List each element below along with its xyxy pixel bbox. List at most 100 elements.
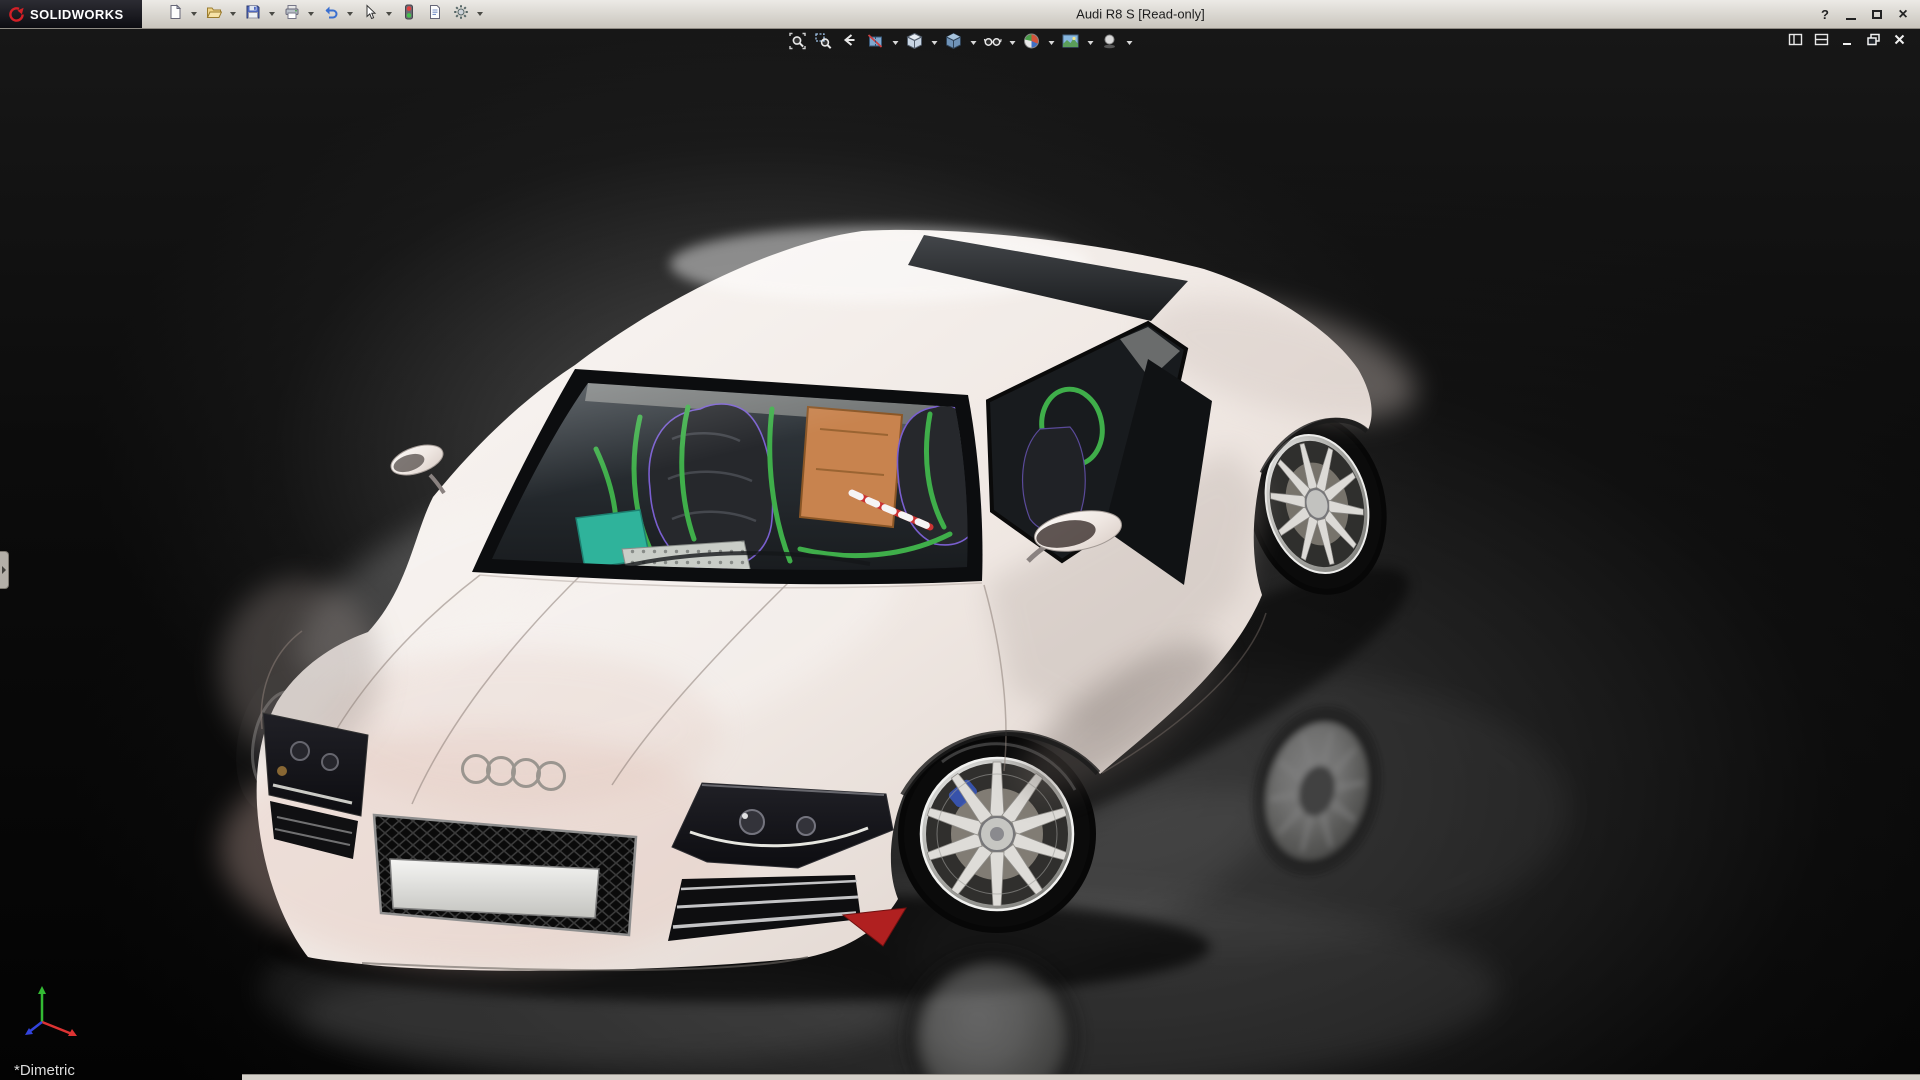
apply-scene-icon	[1062, 32, 1080, 55]
chevron-down-icon	[1126, 41, 1132, 45]
view-orientation-button[interactable]	[903, 32, 927, 54]
hide-show-items-dropdown-arrow[interactable]	[1007, 32, 1018, 54]
document-window-controls	[1785, 32, 1910, 51]
chevron-down-icon	[970, 41, 976, 45]
chevron-down-icon	[1048, 41, 1054, 45]
heads-up-view-toolbar	[786, 32, 1135, 54]
previous-view-icon	[841, 32, 859, 55]
solidworks-logo: SOLIDWORKS	[0, 0, 142, 28]
view-orientation-label: *Dimetric	[14, 1062, 75, 1079]
open-button[interactable]	[201, 2, 226, 27]
view-settings-button[interactable]	[1098, 32, 1122, 54]
select-button[interactable]	[357, 2, 382, 27]
chevron-down-icon	[1087, 41, 1093, 45]
select-icon	[362, 4, 378, 25]
select-dropdown-arrow[interactable]	[383, 2, 395, 27]
minimize-button[interactable]	[1840, 4, 1862, 25]
file-properties-icon	[427, 4, 443, 25]
split-pane-vertical-button[interactable]	[1785, 32, 1806, 51]
print-icon	[284, 4, 300, 25]
edit-appearance-icon	[1023, 32, 1041, 55]
split-pane-horizontal-button[interactable]	[1811, 32, 1832, 51]
chevron-down-icon	[931, 41, 937, 45]
open-dropdown-arrow[interactable]	[227, 2, 239, 27]
apply-scene-button[interactable]	[1059, 32, 1083, 54]
help-button[interactable]: ?	[1814, 4, 1836, 25]
chevron-down-icon	[269, 12, 275, 16]
split-pane-horizontal-icon	[1814, 32, 1829, 52]
doc-close-button[interactable]	[1889, 32, 1910, 51]
split-pane-vertical-icon	[1788, 32, 1803, 52]
edit-appearance-button[interactable]	[1020, 32, 1044, 54]
new-dropdown-arrow[interactable]	[188, 2, 200, 27]
view-orientation-icon	[906, 32, 924, 55]
options-icon	[453, 4, 469, 25]
previous-view-button[interactable]	[838, 32, 862, 54]
zoom-to-area-icon	[815, 32, 833, 55]
doc-close-icon	[1892, 32, 1907, 52]
save-button[interactable]	[240, 2, 265, 27]
chevron-down-icon	[230, 12, 236, 16]
display-style-dropdown-arrow[interactable]	[968, 32, 979, 54]
zoom-to-fit-icon	[789, 32, 807, 55]
chevron-down-icon	[477, 12, 483, 16]
titlebar: SOLIDWORKS Audi R8 S [Read-only] ? ×	[0, 0, 1920, 29]
menu-bar-toolbar	[162, 2, 486, 27]
chevron-down-icon	[892, 41, 898, 45]
print-dropdown-arrow[interactable]	[305, 2, 317, 27]
options-button[interactable]	[448, 2, 473, 27]
save-icon	[245, 4, 261, 25]
chevron-down-icon	[191, 12, 197, 16]
open-icon	[206, 4, 222, 25]
hide-show-items-icon	[984, 32, 1002, 55]
chevron-down-icon	[386, 12, 392, 16]
undo-icon	[323, 4, 339, 25]
undo-button[interactable]	[318, 2, 343, 27]
solidworks-window: SOLIDWORKS Audi R8 S [Read-only] ? ×	[0, 0, 1920, 1080]
expand-pane-icon	[2, 566, 6, 574]
zoom-to-area-button[interactable]	[812, 32, 836, 54]
window-title: Audi R8 S [Read-only]	[1076, 7, 1205, 22]
window-controls: ? ×	[1814, 0, 1914, 29]
view-orientation-dropdown-arrow[interactable]	[929, 32, 940, 54]
brand-text: SOLIDWORKS	[30, 7, 124, 22]
undo-dropdown-arrow[interactable]	[344, 2, 356, 27]
display-style-button[interactable]	[942, 32, 966, 54]
new-button[interactable]	[162, 2, 187, 27]
rebuild-button[interactable]	[396, 2, 421, 27]
maximize-button[interactable]	[1866, 4, 1888, 25]
maximize-icon	[1872, 10, 1882, 19]
license-plate	[390, 859, 599, 918]
horizontal-scrollbar[interactable]	[242, 1074, 1920, 1080]
doc-minimize-icon	[1840, 32, 1855, 52]
dassault-3ds-logo-icon	[8, 6, 25, 23]
edit-appearance-dropdown-arrow[interactable]	[1046, 32, 1057, 54]
model-render-audi-r8[interactable]	[0, 29, 1920, 1080]
hide-show-items-button[interactable]	[981, 32, 1005, 54]
save-dropdown-arrow[interactable]	[266, 2, 278, 27]
chevron-down-icon	[308, 12, 314, 16]
zoom-to-fit-button[interactable]	[786, 32, 810, 54]
right-mirror[interactable]	[387, 439, 446, 493]
display-style-icon	[945, 32, 963, 55]
featuremanager-collapsed-tab[interactable]	[0, 551, 9, 589]
view-settings-icon	[1101, 32, 1119, 55]
minimize-icon	[1846, 18, 1856, 20]
doc-restore-button[interactable]	[1863, 32, 1884, 51]
file-properties-button[interactable]	[422, 2, 447, 27]
section-view-dropdown-arrow[interactable]	[890, 32, 901, 54]
doc-restore-icon	[1866, 32, 1881, 52]
doc-minimize-button[interactable]	[1837, 32, 1858, 51]
apply-scene-dropdown-arrow[interactable]	[1085, 32, 1096, 54]
close-button[interactable]: ×	[1892, 4, 1914, 25]
orientation-triad[interactable]	[20, 976, 90, 1046]
view-settings-dropdown-arrow[interactable]	[1124, 32, 1135, 54]
graphics-area[interactable]: *Dimetric	[0, 29, 1920, 1080]
section-view-icon	[867, 32, 885, 55]
rebuild-icon	[401, 4, 417, 25]
new-icon	[167, 4, 183, 25]
options-dropdown-arrow[interactable]	[474, 2, 486, 27]
print-button[interactable]	[279, 2, 304, 27]
section-view-button[interactable]	[864, 32, 888, 54]
chevron-down-icon	[347, 12, 353, 16]
